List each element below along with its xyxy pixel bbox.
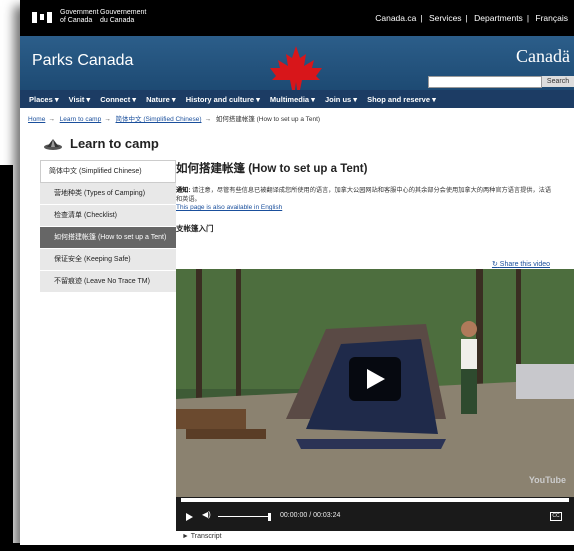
nav-places[interactable]: Places ▾ — [24, 95, 64, 104]
canada-flag-icon — [32, 12, 52, 23]
share-video-link[interactable]: ↻ Share this video — [492, 260, 550, 268]
video-progress-bar[interactable] — [181, 498, 569, 502]
sidebar-item-types-of-camping[interactable]: 营地种类 (Types of Camping) — [40, 183, 176, 205]
nav-visit[interactable]: Visit ▾ — [64, 95, 96, 104]
volume-icon[interactable]: ◀) — [202, 510, 211, 519]
volume-slider[interactable] — [218, 516, 268, 517]
gov-links: Canada.ca | Services | Departments | França… — [375, 13, 568, 23]
breadcrumb-current: 如何搭建帐篷 (How to set up a Tent) — [215, 116, 321, 123]
nav-nature[interactable]: Nature ▾ — [141, 95, 181, 104]
nav-multimedia[interactable]: Multimedia ▾ — [265, 95, 320, 104]
site-banner: Parks Canada Canadä Search — [20, 36, 574, 90]
sidebar: 简体中文 (Simplified Chinese) 营地种类 (Types of… — [40, 160, 176, 293]
link-departments[interactable]: Departments — [474, 13, 523, 23]
notice-text: 请注意，尽管有些信息已被翻译成您所使用的语言，加拿大公园网站和客服中心的其余部分… — [176, 187, 552, 203]
site-title[interactable]: Parks Canada — [32, 52, 133, 70]
search-input[interactable] — [428, 76, 542, 88]
government-bar: Government of Canada Gouvernement du Can… — [20, 0, 574, 36]
link-canada-ca[interactable]: Canada.ca — [375, 13, 416, 23]
share-icon: ↻ — [491, 261, 498, 268]
transcript-toggle[interactable]: ► Transcript — [182, 533, 222, 540]
gov-name-en: Government of Canada — [60, 9, 99, 24]
maple-leaf-icon — [270, 46, 322, 90]
video-heading: 支帐篷入门 — [176, 224, 214, 233]
background-shadow — [0, 165, 13, 551]
section-title: Learn to camp — [70, 136, 159, 151]
breadcrumb: Home → Learn to camp → 简体中文 (Simplified Ch… — [28, 116, 321, 123]
video-player[interactable]: YouTube ◀) 00:00:00 / 00:03:24 CC — [176, 269, 574, 531]
captions-icon[interactable]: CC — [550, 512, 562, 521]
youtube-logo[interactable]: YouTube — [529, 475, 566, 485]
video-time: 00:00:00 / 00:03:24 — [280, 512, 341, 519]
sidebar-item-set-up-tent[interactable]: 如何搭建帐篷 (How to set up a Tent) — [40, 227, 176, 249]
canada-wordmark: Canadä — [516, 46, 570, 66]
nav-connect[interactable]: Connect ▾ — [95, 95, 141, 104]
notice: 通知: 请注意，尽管有些信息已被翻译成您所使用的语言，加拿大公园网站和客服中心的… — [176, 186, 554, 204]
page-title: 如何搭建帐篷 (How to set up a Tent) — [176, 163, 368, 175]
breadcrumb-home[interactable]: Home — [28, 116, 45, 123]
notice-label: 通知: — [176, 187, 191, 194]
tent-icon — [44, 138, 62, 150]
sidebar-item-keeping-safe[interactable]: 保证安全 (Keeping Safe) — [40, 249, 176, 271]
video-controls: ◀) 00:00:00 / 00:03:24 CC — [176, 507, 574, 531]
nav-history-culture[interactable]: History and culture ▾ — [181, 95, 265, 104]
sidebar-item-checklist[interactable]: 检查清单 (Checklist) — [40, 205, 176, 227]
main-nav: Places ▾ Visit ▾ Connect ▾ Nature ▾ Hist… — [20, 90, 574, 108]
english-version-link[interactable]: This page is also available in English — [176, 204, 554, 211]
control-play-icon[interactable] — [186, 513, 193, 521]
search-button[interactable]: Search — [542, 76, 574, 87]
breadcrumb-simplified-chinese[interactable]: 简体中文 (Simplified Chinese) — [116, 116, 202, 123]
sidebar-item-leave-no-trace[interactable]: 不留痕迹 (Leave No Trace TM) — [40, 271, 176, 293]
sidebar-item-simplified-chinese[interactable]: 简体中文 (Simplified Chinese) — [40, 160, 176, 183]
nav-join-us[interactable]: Join us ▾ — [320, 95, 362, 104]
gov-name-fr: Gouvernement du Canada — [100, 9, 147, 24]
play-button[interactable] — [349, 357, 401, 401]
link-services[interactable]: Services — [429, 13, 462, 23]
section-heading: Learn to camp — [44, 136, 159, 151]
main-content: 如何搭建帐篷 (How to set up a Tent) 通知: 请注意，尽管… — [176, 160, 554, 268]
volume-knob[interactable] — [268, 513, 271, 521]
breadcrumb-learn-to-camp[interactable]: Learn to camp — [60, 116, 102, 123]
link-francais[interactable]: Français — [535, 13, 568, 23]
nav-shop-reserve[interactable]: Shop and reserve ▾ — [362, 95, 441, 104]
